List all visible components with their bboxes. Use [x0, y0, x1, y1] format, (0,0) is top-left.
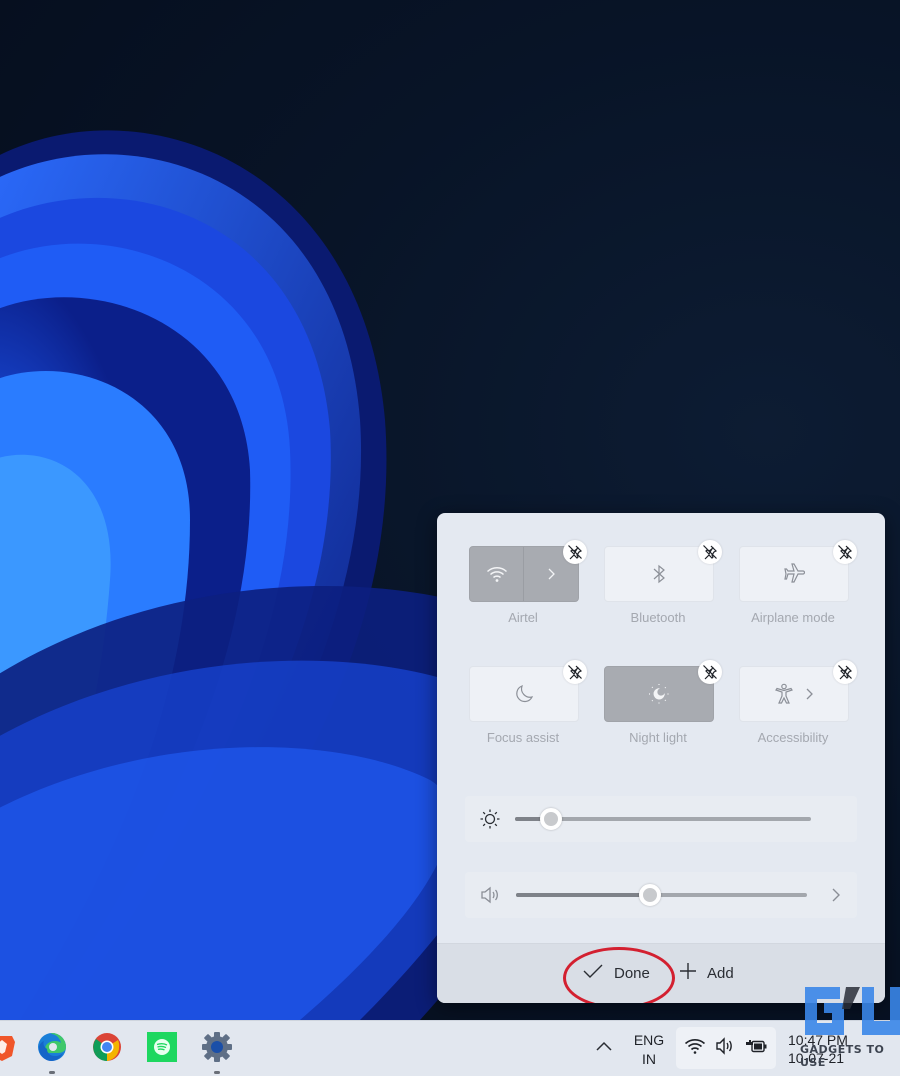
wifi-icon: [470, 547, 523, 601]
input-language-indicator[interactable]: ENG IN: [632, 1031, 666, 1069]
bluetooth-icon: [652, 563, 666, 585]
tile-label: Airplane mode: [751, 610, 835, 625]
wifi-icon: [684, 1037, 706, 1060]
spotify-icon: [147, 1031, 177, 1067]
quick-settings-tray-button[interactable]: [676, 1027, 776, 1069]
checkmark-icon: [582, 962, 604, 984]
taskbar-app-edge[interactable]: [36, 1032, 68, 1074]
plus-icon: [679, 962, 697, 984]
tile-bluetooth: Bluetooth: [604, 540, 722, 646]
clock-time: 10:47 PM: [788, 1032, 848, 1048]
tile-label: Bluetooth: [630, 610, 686, 625]
taskbar-app-settings[interactable]: [201, 1031, 233, 1074]
volume-slider-track[interactable]: [516, 893, 807, 897]
add-label: Add: [707, 964, 734, 982]
tile-label: Accessibility: [757, 730, 829, 745]
quick-settings-footer: Done Add: [437, 943, 885, 1003]
tile-label: Airtel: [508, 610, 538, 625]
accessibility-icon: [774, 683, 794, 705]
night-light-icon: [647, 682, 671, 706]
volume-row: [465, 872, 857, 918]
done-button[interactable]: Done: [582, 962, 650, 984]
tile-wifi: Airtel: [469, 540, 587, 646]
taskbar-app-brave[interactable]: [0, 1033, 18, 1065]
done-label: Done: [614, 964, 650, 982]
brightness-row: [465, 796, 857, 842]
tile-label: Night light: [629, 730, 687, 745]
taskbar-app-chrome[interactable]: [91, 1032, 123, 1067]
language-line2: IN: [642, 1051, 656, 1067]
speaker-icon: [715, 1036, 735, 1060]
unpin-icon[interactable]: [563, 540, 587, 564]
volume-slider-thumb[interactable]: [638, 884, 661, 906]
add-button[interactable]: Add: [679, 962, 734, 984]
taskbar-app-spotify[interactable]: [146, 1031, 178, 1067]
unpin-icon[interactable]: [698, 540, 722, 564]
chrome-icon: [92, 1032, 122, 1067]
unpin-icon[interactable]: [698, 660, 722, 684]
brightness-slider-thumb[interactable]: [539, 808, 562, 830]
chevron-up-icon[interactable]: [594, 1037, 614, 1062]
tile-nightlight: Night light: [604, 660, 722, 766]
unpin-icon[interactable]: [563, 660, 587, 684]
system-clock[interactable]: 10:47 PM 10-07-21: [788, 1031, 848, 1067]
language-line1: ENG: [633, 1032, 665, 1048]
battery-charging-icon: [744, 1037, 768, 1060]
volume-expand-chevron-icon[interactable]: [829, 884, 843, 911]
tile-airplane: Airplane mode: [739, 540, 857, 646]
settings-gear-icon: [201, 1031, 233, 1068]
running-indicator: [214, 1071, 220, 1074]
tile-accessibility: Accessibility: [739, 660, 857, 766]
tile-label: Focus assist: [486, 730, 560, 745]
airplane-icon: [783, 563, 805, 585]
running-indicator: [49, 1071, 55, 1074]
moon-icon: [513, 683, 535, 705]
speaker-icon: [479, 884, 501, 906]
tile-focus: Focus assist: [469, 660, 587, 766]
expand-chevron-icon[interactable]: [804, 687, 814, 701]
taskbar: ENG IN 10:47 PM 10-07-21: [0, 1020, 900, 1076]
edge-icon: [37, 1032, 67, 1067]
unpin-icon[interactable]: [833, 540, 857, 564]
clock-date: 10-07-21: [788, 1050, 845, 1066]
brightness-icon: [479, 808, 501, 830]
brave-icon: [0, 1032, 16, 1067]
unpin-icon[interactable]: [833, 660, 857, 684]
quick-settings-panel: Airtel Bluetooth Airplane mode Focus assist…: [437, 513, 885, 1003]
